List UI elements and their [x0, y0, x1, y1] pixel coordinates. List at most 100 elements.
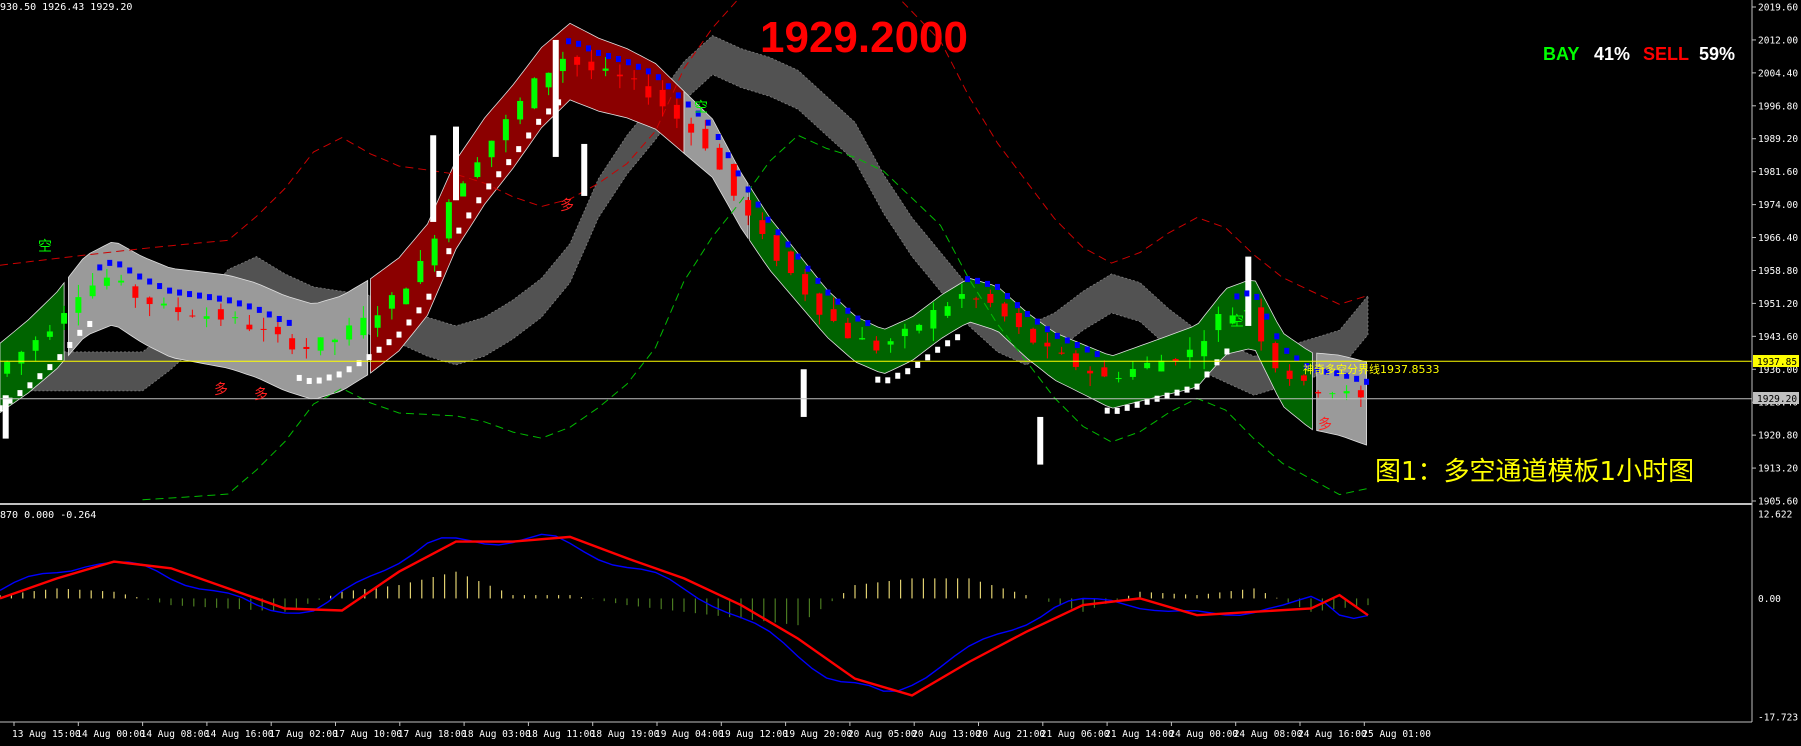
trend-dot	[1274, 333, 1280, 340]
indicator-info: 870 0.000 -0.264	[0, 510, 96, 521]
trend-dot	[187, 291, 193, 298]
time-tick-label: 14 Aug 08:00	[141, 729, 210, 740]
candle-body	[289, 338, 296, 350]
trend-dot	[296, 374, 302, 381]
time-tick-label: 21 Aug 06:00	[1041, 729, 1110, 740]
trend-dot	[67, 342, 73, 348]
trend-dot	[1014, 302, 1020, 309]
trend-dot	[1074, 342, 1080, 348]
trend-dot	[1104, 407, 1110, 414]
trend-dot	[137, 273, 143, 280]
trend-dot	[655, 74, 661, 81]
candle-body	[673, 104, 680, 119]
trend-dot	[1174, 389, 1180, 396]
candle-body	[460, 183, 467, 197]
candle-body	[873, 340, 880, 351]
trend-dot	[845, 307, 851, 314]
trend-dot	[635, 63, 641, 70]
trend-dot	[955, 334, 961, 341]
signal-bar	[1037, 416, 1044, 465]
candle-body	[232, 317, 239, 319]
candle-body	[189, 315, 196, 317]
trend-dot	[1214, 359, 1220, 366]
trend-dot	[1234, 293, 1240, 300]
candle-body	[274, 326, 281, 335]
candle-body	[645, 86, 652, 98]
time-tick-label: 18 Aug 19:00	[591, 729, 660, 740]
macd-signal-line	[0, 535, 1369, 697]
trend-dot	[556, 99, 562, 106]
candle-body	[431, 238, 438, 266]
trend-dot	[725, 152, 731, 159]
trend-dot	[386, 339, 392, 346]
trend-dot	[1294, 355, 1300, 362]
trend-dot	[1284, 347, 1290, 354]
sell-percent: 59%	[1699, 44, 1735, 64]
trend-dot	[286, 319, 292, 326]
candle-body	[132, 286, 139, 298]
candle-body	[1343, 391, 1350, 394]
trend-dot	[596, 49, 601, 56]
trend-dot	[1364, 378, 1370, 385]
trend-dot	[1084, 346, 1090, 353]
candle-body	[317, 337, 324, 351]
trend-dot	[905, 368, 911, 375]
signal-bar	[800, 369, 807, 417]
sell-label: SELL	[1643, 44, 1689, 64]
candle-body	[18, 351, 25, 364]
trend-dot	[735, 170, 741, 177]
time-tick-label: 21 Aug 14:00	[1105, 729, 1174, 740]
price-tick-label: 2019.60	[1758, 3, 1798, 14]
time-tick-label: 20 Aug 13:00	[912, 729, 981, 740]
time-axis: 13 Aug 15:0014 Aug 00:0014 Aug 08:0014 A…	[12, 722, 1431, 740]
trend-dot	[705, 119, 711, 126]
short-marker: 空	[694, 100, 708, 116]
price-tick-label: 1913.20	[1758, 464, 1798, 475]
candle-body	[403, 288, 410, 305]
trend-dot	[975, 277, 981, 284]
trend-dot	[416, 307, 422, 314]
trend-dot	[77, 329, 83, 336]
trend-dot	[815, 277, 821, 284]
trend-dot	[745, 186, 751, 193]
trend-dot	[157, 283, 163, 290]
candle-body	[346, 325, 353, 340]
trend-dot	[1024, 311, 1030, 318]
candle-body	[445, 202, 452, 239]
trend-dot	[27, 382, 33, 389]
trend-dot	[256, 306, 262, 313]
trend-dot	[865, 320, 871, 327]
candle-body	[374, 315, 381, 328]
candle-body	[901, 328, 908, 337]
trend-dot	[576, 40, 582, 47]
trend-dot	[1254, 293, 1260, 300]
candle-body	[1044, 342, 1051, 347]
trend-dot	[755, 201, 761, 208]
time-tick-label: 19 Aug 20:00	[784, 729, 853, 740]
trend-dot	[1164, 392, 1170, 399]
candle-body	[987, 293, 994, 303]
price-tick-label: 1981.60	[1758, 167, 1798, 178]
trend-dot	[825, 289, 831, 296]
candle-body	[702, 128, 709, 149]
price-tick-label: 2004.40	[1758, 68, 1798, 79]
candle-body	[531, 78, 538, 109]
current-price-tag: 1929.20	[1757, 394, 1797, 405]
big-price: 1929.2000	[760, 13, 968, 62]
candle-body	[844, 322, 851, 339]
signal-bar	[453, 126, 459, 201]
candle-body	[1058, 352, 1065, 354]
time-tick-label: 24 Aug 16:00	[1298, 729, 1367, 740]
trend-dot	[995, 283, 1000, 290]
trend-dot	[1144, 398, 1150, 405]
trend-dot	[1354, 375, 1360, 382]
candle-body	[816, 293, 823, 315]
trend-dot	[885, 377, 891, 384]
trend-dot	[226, 297, 232, 304]
trend-dot	[127, 267, 133, 274]
trend-dot	[496, 171, 502, 178]
time-tick-label: 20 Aug 21:00	[977, 729, 1046, 740]
divider-line-label: 神奇多空分界线1937.8533	[1303, 362, 1439, 376]
short-marker: 空	[1230, 314, 1244, 330]
trend-dot	[1224, 348, 1230, 355]
